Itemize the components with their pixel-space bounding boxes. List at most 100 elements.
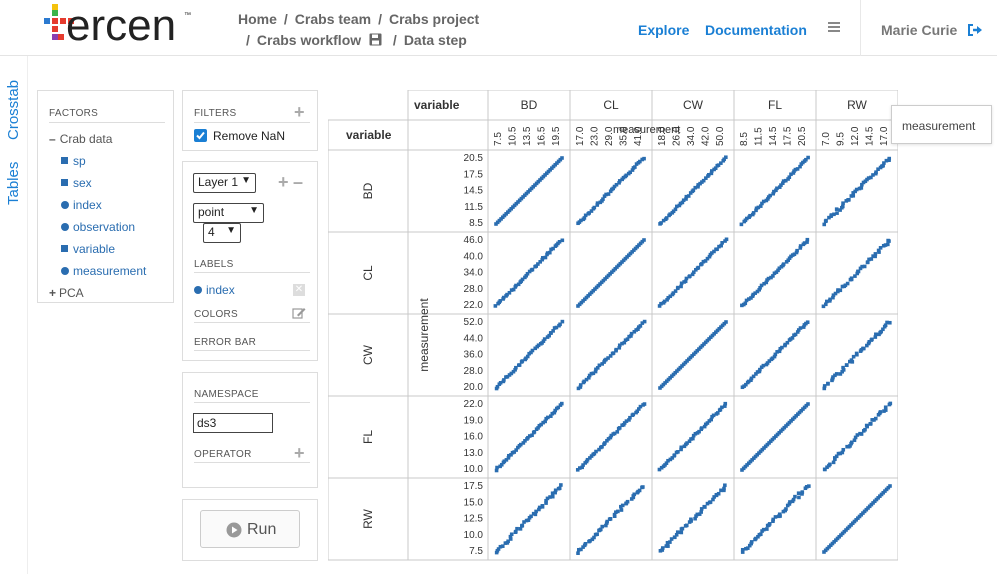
remove-label-icon[interactable]: ✕ — [293, 284, 305, 296]
data-point — [841, 365, 845, 370]
data-point — [773, 515, 778, 519]
data-point — [495, 465, 499, 470]
data-point — [660, 546, 665, 550]
y-tick-label: 36.0 — [464, 350, 484, 361]
x-tick-label: 9.5 — [836, 132, 847, 146]
factors-title: FACTORS — [49, 108, 99, 119]
data-point — [870, 337, 874, 342]
save-icon[interactable] — [369, 33, 382, 46]
edit-icon[interactable] — [292, 306, 306, 320]
breadcrumb-step[interactable]: Data step — [404, 32, 467, 48]
logo-trademark: ™ — [184, 12, 191, 19]
tercen-logo[interactable]: ercen ™ — [44, 1, 204, 50]
data-point — [834, 207, 839, 211]
data-point — [862, 264, 867, 269]
app-header: ercen ™ Home / Crabs team / Crabs project / C… — [0, 0, 997, 56]
factor-group-pca[interactable]: + PCA — [49, 286, 84, 300]
data-point — [642, 156, 646, 161]
x-tick-label: 7.5 — [493, 132, 504, 146]
breadcrumb-workflow[interactable]: Crabs workflow — [257, 32, 361, 48]
data-point — [676, 450, 680, 454]
geom-select[interactable]: point ▼ — [193, 203, 264, 223]
y-tick-label: 34.0 — [464, 268, 484, 279]
data-point — [873, 252, 878, 256]
add-operator-icon[interactable]: + — [294, 444, 305, 462]
breadcrumb-project[interactable]: Crabs project — [389, 11, 479, 27]
y-tick-label: 10.0 — [464, 464, 484, 475]
checkmark-icon — [196, 131, 205, 140]
logout-icon[interactable] — [967, 23, 983, 37]
data-point — [859, 186, 864, 190]
data-point — [806, 402, 810, 406]
label-factor-index[interactable]: index — [194, 283, 235, 297]
data-point — [615, 430, 620, 434]
column-header: RW — [847, 98, 867, 112]
data-point — [559, 483, 563, 487]
x-tick-label: 19.5 — [551, 126, 562, 146]
breadcrumb-team[interactable]: Crabs team — [295, 11, 371, 27]
y-tick-label: 40.0 — [464, 251, 484, 262]
explore-link[interactable]: Explore — [638, 22, 689, 38]
factor-sex[interactable]: sex — [61, 176, 92, 190]
divider — [194, 350, 310, 351]
size-select[interactable]: 4 ▼ — [203, 223, 241, 243]
y-tick-label: 28.0 — [464, 366, 484, 377]
tab-tables[interactable]: Tables — [5, 162, 22, 205]
data-point — [632, 492, 637, 497]
documentation-link[interactable]: Documentation — [705, 22, 807, 38]
x-tick-label: 11.5 — [754, 127, 765, 146]
row-header: BD — [361, 182, 375, 199]
breadcrumb-home[interactable]: Home — [238, 11, 277, 27]
factor-group-crab-data[interactable]: – Crab data — [49, 132, 112, 146]
add-filter-icon[interactable]: + — [294, 103, 305, 121]
chevron-down-icon: ▼ — [226, 225, 236, 236]
x-tick-label: 35.0 — [619, 126, 630, 146]
row-header: CL — [361, 265, 375, 281]
column-header: CW — [683, 98, 704, 112]
factor-measurement[interactable]: measurement — [61, 264, 146, 278]
data-point — [828, 462, 832, 467]
x-tick-label: 42.0 — [701, 126, 712, 146]
data-point — [679, 445, 684, 450]
data-point — [749, 540, 754, 544]
data-point — [548, 250, 552, 255]
logo-text: ercen — [66, 1, 177, 50]
data-point — [807, 484, 811, 488]
menu-icon[interactable] — [828, 22, 840, 34]
factor-observation[interactable]: observation — [61, 220, 135, 234]
x-tick-label: 16.5 — [537, 126, 548, 146]
remove-layer-icon[interactable]: – — [293, 173, 303, 191]
data-point — [761, 363, 766, 368]
data-point — [560, 319, 565, 324]
user-name[interactable]: Marie Curie — [881, 22, 957, 38]
chevron-down-icon: ▼ — [249, 205, 259, 216]
add-layer-icon[interactable]: + — [278, 173, 289, 191]
y-tick-label: 16.0 — [464, 432, 484, 443]
y-axis-title: measurement — [417, 298, 431, 372]
data-point — [703, 505, 707, 509]
factor-index[interactable]: index — [61, 198, 102, 212]
data-point — [608, 517, 613, 521]
layer-select[interactable]: Layer 1 ▼ — [193, 173, 256, 193]
data-point — [642, 402, 647, 406]
data-point — [854, 351, 859, 356]
namespace-input[interactable]: ds3 — [193, 413, 273, 433]
column-header: CL — [603, 98, 619, 112]
remove-nan-checkbox[interactable] — [194, 129, 207, 142]
run-button[interactable]: Run — [200, 510, 300, 548]
row-factor-label: variable — [346, 128, 392, 142]
crosstab-scatter-matrix[interactable]: variablevariablemeasurementmeasurementBD… — [328, 90, 898, 562]
column-header: FL — [768, 98, 782, 112]
data-point — [557, 486, 562, 491]
filters-title: FILTERS — [194, 108, 237, 119]
divider — [194, 322, 310, 323]
x-tick-label: 41.0 — [633, 126, 644, 146]
tab-crosstab[interactable]: Crosstab — [5, 80, 22, 140]
factor-variable[interactable]: variable — [61, 242, 115, 256]
data-point — [859, 432, 864, 436]
data-point — [851, 354, 856, 359]
factor-sp[interactable]: sp — [61, 154, 86, 168]
remove-nan-label: Remove NaN — [213, 129, 286, 143]
data-point — [887, 156, 892, 161]
layer-panel: Layer 1 ▼ + – point ▼ 4 ▼ LABELS index ✕ CO… — [182, 161, 318, 361]
